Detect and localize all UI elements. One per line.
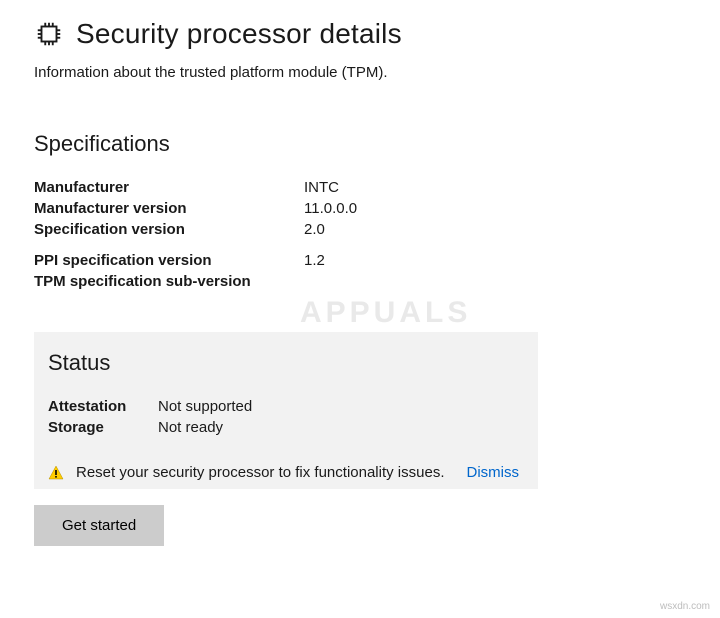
warning-icon — [48, 465, 64, 481]
page-subtitle: Information about the trusted platform m… — [34, 64, 686, 81]
spec-value: 1.2 — [304, 250, 357, 271]
get-started-button[interactable]: Get started — [34, 505, 164, 546]
table-row: PPI specification version 1.2 — [34, 250, 357, 271]
spec-value: INTC — [304, 177, 357, 198]
watermark: APPUALS — [300, 296, 471, 330]
table-row: TPM specification sub-version — [34, 271, 357, 292]
table-row: Manufacturer INTC — [34, 177, 357, 198]
status-alert: Reset your security processor to fix fun… — [48, 464, 524, 481]
source-tag: wsxdn.com — [660, 601, 710, 612]
spec-label: Manufacturer version — [34, 198, 304, 219]
spec-value — [304, 271, 357, 292]
spec-value: 2.0 — [304, 219, 357, 240]
specifications-table: Manufacturer INTC Manufacturer version 1… — [34, 177, 357, 292]
status-value: Not supported — [158, 396, 252, 417]
chip-icon — [34, 19, 64, 49]
page-title: Security processor details — [76, 18, 402, 50]
status-label: Storage — [48, 417, 158, 438]
table-row: Specification version 2.0 — [34, 219, 357, 240]
spec-label: PPI specification version — [34, 250, 304, 271]
table-row: Attestation Not supported — [48, 396, 252, 417]
dismiss-link[interactable]: Dismiss — [466, 464, 519, 481]
status-table: Attestation Not supported Storage Not re… — [48, 396, 252, 438]
status-label: Attestation — [48, 396, 158, 417]
status-section: Status Attestation Not supported Storage… — [34, 332, 538, 489]
table-row: Storage Not ready — [48, 417, 252, 438]
spec-label: Specification version — [34, 219, 304, 240]
spec-label: Manufacturer — [34, 177, 304, 198]
alert-text: Reset your security processor to fix fun… — [76, 464, 444, 481]
spec-value: 11.0.0.0 — [304, 198, 357, 219]
status-heading: Status — [48, 350, 524, 376]
specifications-heading: Specifications — [34, 131, 686, 157]
page-title-row: Security processor details — [34, 18, 686, 50]
table-row: Manufacturer version 11.0.0.0 — [34, 198, 357, 219]
status-value: Not ready — [158, 417, 252, 438]
specifications-section: Specifications Manufacturer INTC Manufac… — [34, 131, 686, 292]
spec-label: TPM specification sub-version — [34, 271, 304, 292]
